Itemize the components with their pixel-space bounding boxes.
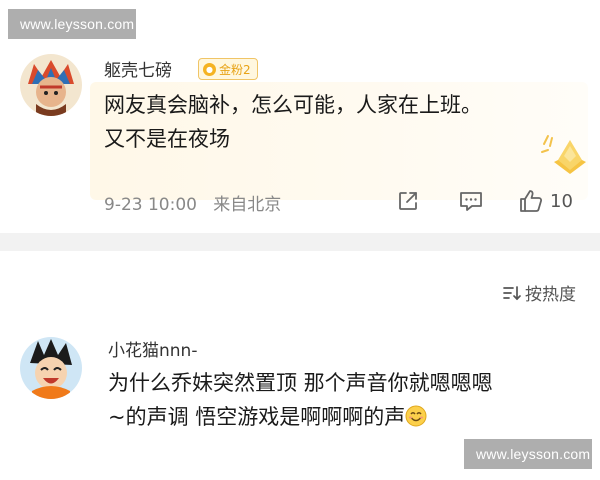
comment-line: 又不是在夜场 [104, 127, 230, 151]
watermark-bottom: www.leysson.com [464, 439, 592, 469]
like-count: 10 [550, 190, 573, 212]
share-icon [399, 192, 417, 210]
comment-line: 为什么乔妹突然置顶 那个声音你就嗯嗯嗯 [108, 371, 493, 395]
gold-fan-icon: ● [203, 62, 216, 76]
comment-card: 躯壳七磅 ● 金粉2 网友真会脑补，怎么可能，人家在上班。 又不是在夜场 9-2… [0, 40, 600, 230]
like-button[interactable]: 10 [518, 188, 573, 214]
share-button[interactable] [396, 188, 420, 214]
avatar[interactable] [20, 54, 82, 116]
watermark-top: www.leysson.com [8, 9, 136, 39]
sort-icon [503, 285, 521, 300]
avatar[interactable] [20, 337, 82, 399]
comment-line: ~的声调 悟空游戏是啊啊啊的声 [108, 400, 578, 434]
comment-card: 小花猫nnn- 为什么乔妹突然置顶 那个声音你就嗯嗯嗯 ~的声调 悟空游戏是啊啊… [0, 318, 600, 448]
section-divider [0, 233, 600, 251]
fan-badge-label: 金粉2 [219, 62, 251, 77]
smile-emoji-icon [405, 405, 427, 427]
gold-medal-icon [541, 135, 586, 174]
comment-icon [460, 192, 482, 211]
sort-label: 按热度 [525, 285, 576, 305]
comment-meta: 9-23 10:00 来自北京 [104, 190, 281, 215]
timestamp: 9-23 10:00 [104, 195, 197, 215]
comment-line-text: ~的声调 悟空游戏是啊啊啊的声 [108, 405, 406, 429]
fan-badge: ● 金粉2 [198, 58, 258, 80]
sort-toggle[interactable]: 按热度 [502, 280, 576, 305]
reply-button[interactable] [458, 188, 484, 214]
thumbs-up-icon [520, 190, 543, 212]
comment-text: 网友真会脑补，怎么可能，人家在上班。 又不是在夜场 [104, 88, 574, 156]
comment-line: 网友真会脑补，怎么可能，人家在上班。 [104, 93, 482, 117]
location: 来自北京 [213, 195, 282, 215]
username[interactable]: 小花猫nnn- [108, 336, 197, 361]
comment-text: 为什么乔妹突然置顶 那个声音你就嗯嗯嗯 ~的声调 悟空游戏是啊啊啊的声 [108, 366, 578, 434]
username[interactable]: 躯壳七磅 [104, 56, 172, 81]
